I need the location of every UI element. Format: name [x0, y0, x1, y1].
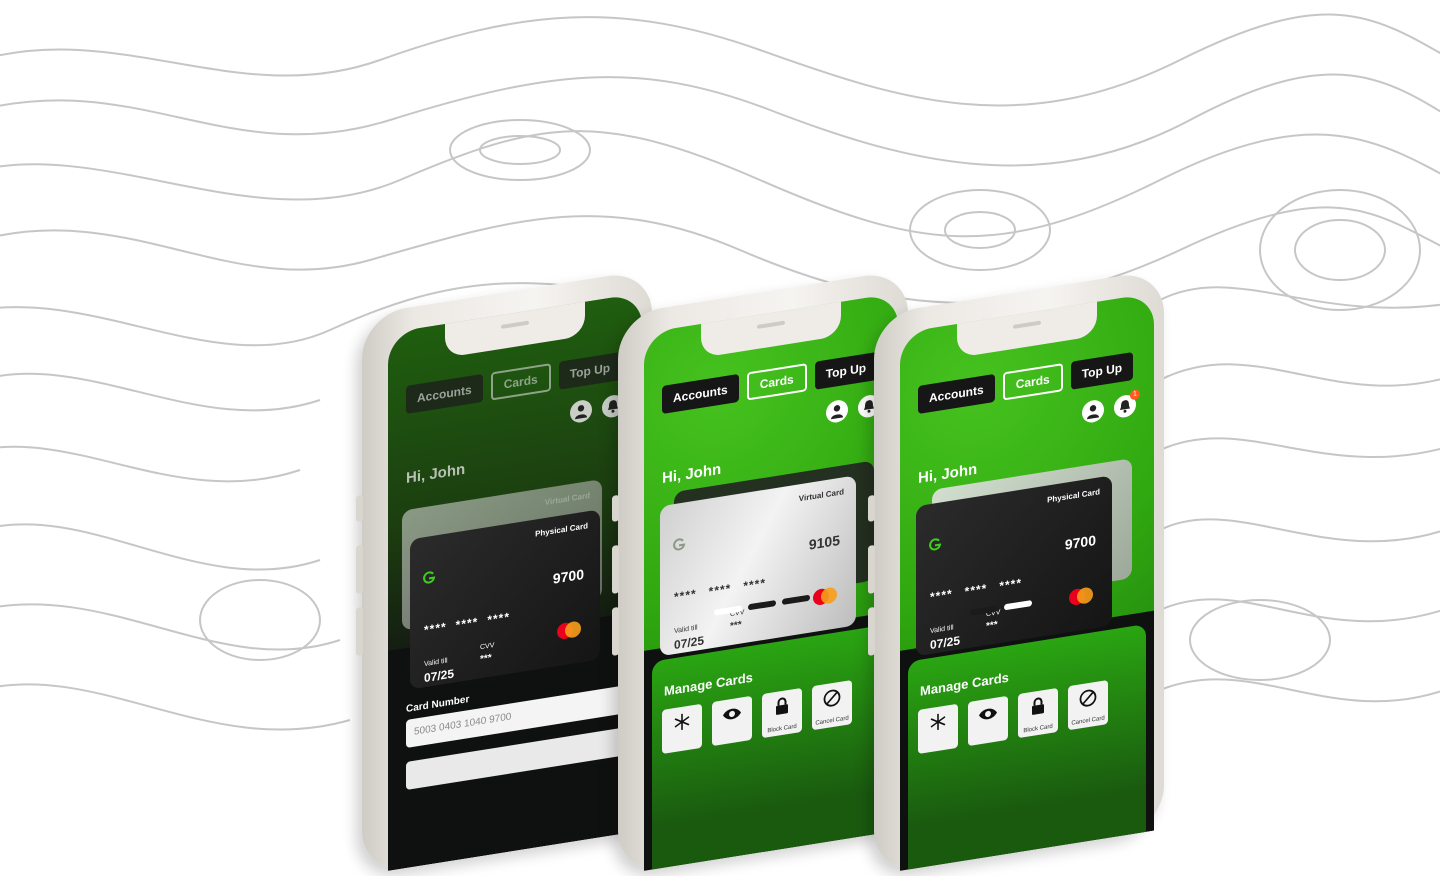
bell-icon[interactable]: 1 — [1114, 388, 1140, 419]
card-settings-button[interactable] — [918, 703, 958, 755]
phone-side-button — [612, 544, 619, 594]
cancel-icon — [823, 689, 841, 707]
phone-side-button — [356, 494, 363, 522]
phone-side-button — [612, 606, 619, 656]
phone-side-button — [868, 606, 875, 656]
manage-cards-panel: Manage Cards Block Card Cancel Card — [908, 623, 1146, 870]
physical-card[interactable]: Physical Card 9700 **** **** **** Valid … — [410, 509, 600, 690]
profile-icon[interactable] — [570, 398, 592, 425]
masked-group: **** — [964, 581, 988, 599]
cvv-value: *** — [986, 619, 998, 633]
card-type-label: Physical Card — [535, 521, 588, 539]
masked-group: **** — [743, 575, 766, 594]
virtual-card[interactable]: Virtual Card 9105 **** **** **** Valid t… — [660, 475, 856, 657]
show-details-button[interactable] — [712, 695, 752, 747]
phone-3: Accounts Cards Top Up 1 Hi, John Physica… — [868, 269, 1164, 876]
phone-side-button — [356, 544, 363, 594]
manage-cards-title: Manage Cards — [664, 669, 753, 699]
eye-icon — [723, 708, 741, 720]
cvv-value: *** — [730, 619, 742, 633]
card-type-label: Virtual Card — [544, 490, 590, 508]
phone-screen: Accounts Cards Top Up 1 Hi, John Virtual… — [388, 292, 642, 871]
lock-icon — [776, 697, 788, 715]
block-card-label: Block Card — [767, 723, 797, 735]
valid-till-label: Valid till — [424, 657, 448, 669]
card-masked-number: **** **** **** — [930, 576, 1022, 605]
masked-group: **** — [487, 609, 510, 628]
masked-group: **** — [674, 586, 697, 605]
phone-screen: Accounts Cards Top Up 1 Hi, John Virtual… — [644, 292, 898, 871]
valid-till-value: 07/25 — [674, 633, 705, 653]
card-masked-number: **** **** **** — [424, 610, 510, 638]
card-last-four: 9700 — [552, 565, 584, 587]
masked-group: **** — [930, 586, 953, 605]
card-type-label: Virtual Card — [798, 487, 844, 504]
valid-till-label: Valid till — [930, 624, 954, 636]
lock-icon — [1032, 697, 1044, 715]
mastercard-icon — [1069, 587, 1093, 605]
phone-screen: Accounts Cards Top Up 1 Hi, John Physica… — [900, 292, 1154, 871]
card-masked-number: **** **** **** — [674, 576, 766, 605]
card-last-four: 9700 — [1064, 531, 1096, 553]
physical-card[interactable]: Physical Card 9700 **** **** **** Valid … — [916, 475, 1112, 657]
valid-till-label: Valid till — [674, 624, 698, 636]
show-details-button[interactable] — [968, 695, 1008, 747]
block-card-label: Block Card — [1023, 723, 1053, 735]
cancel-card-button[interactable]: Cancel Card — [812, 679, 852, 731]
cancel-card-button[interactable]: Cancel Card — [1068, 679, 1108, 731]
mastercard-icon — [557, 621, 581, 639]
block-card-button[interactable]: Block Card — [762, 687, 802, 739]
valid-till-value: 07/25 — [930, 633, 961, 653]
profile-icon[interactable] — [826, 398, 848, 425]
masked-group: **** — [424, 619, 447, 638]
cancel-card-label: Cancel Card — [815, 715, 849, 727]
phone-side-button — [612, 494, 619, 522]
snowflake-icon — [674, 713, 690, 730]
brand-logo-icon — [929, 538, 942, 551]
brand-logo-icon — [423, 571, 436, 584]
phone-1: Accounts Cards Top Up 1 Hi, John Virtual… — [356, 269, 652, 876]
manage-cards-title: Manage Cards — [920, 669, 1009, 699]
eye-icon — [979, 708, 997, 720]
masked-group: **** — [455, 614, 479, 633]
card-settings-button[interactable] — [662, 703, 702, 755]
brand-logo-icon — [673, 538, 686, 551]
cancel-icon — [1079, 689, 1097, 707]
manage-cards-panel: Manage Cards Block Card Cancel Card — [652, 623, 890, 870]
block-card-button[interactable]: Block Card — [1018, 687, 1058, 739]
phone-side-button — [868, 494, 875, 522]
card-type-label: Physical Card — [1047, 487, 1100, 505]
mastercard-icon — [813, 587, 837, 605]
masked-group: **** — [708, 581, 732, 599]
profile-icon[interactable] — [1082, 398, 1104, 425]
card-last-four: 9105 — [808, 531, 840, 553]
phone-side-button — [868, 544, 875, 594]
phone-2: Accounts Cards Top Up 1 Hi, John Virtual… — [612, 269, 908, 876]
cancel-card-label: Cancel Card — [1071, 715, 1105, 727]
cvv-value: *** — [480, 652, 492, 666]
phone-side-button — [356, 606, 363, 656]
masked-group: **** — [999, 575, 1022, 594]
cvv-label: CVV — [480, 642, 495, 652]
snowflake-icon — [930, 713, 946, 730]
